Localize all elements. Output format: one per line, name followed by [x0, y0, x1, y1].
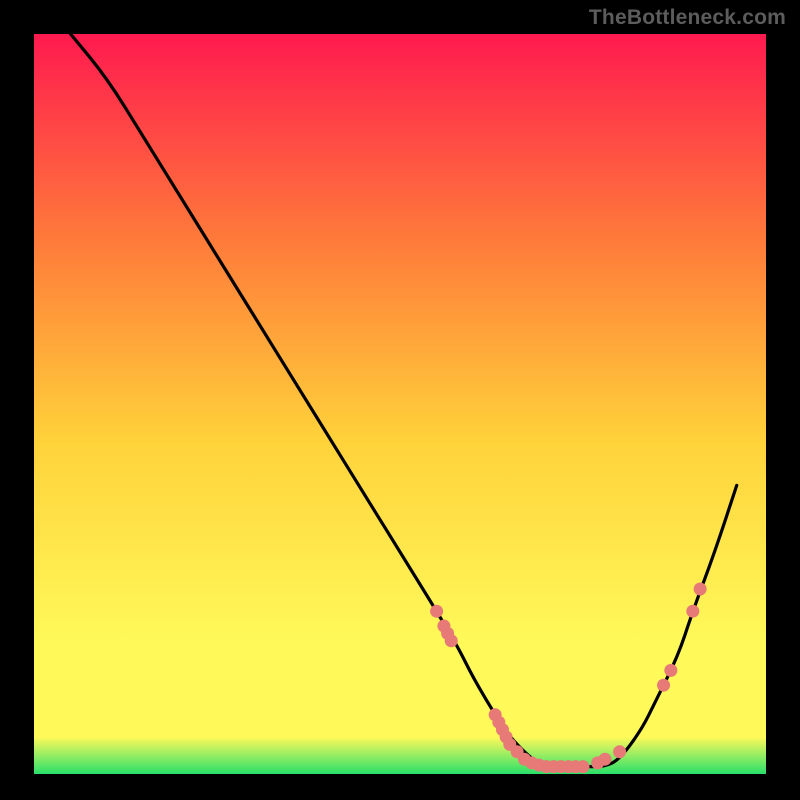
- data-marker: [686, 605, 699, 618]
- data-marker: [694, 583, 707, 596]
- plot-background: [34, 34, 766, 774]
- data-marker: [657, 679, 670, 692]
- bottleneck-chart: [0, 0, 800, 800]
- watermark-text: TheBottleneck.com: [589, 6, 786, 30]
- data-marker: [430, 605, 443, 618]
- chart-stage: TheBottleneck.com: [0, 0, 800, 800]
- data-marker: [598, 753, 611, 766]
- data-marker: [664, 664, 677, 677]
- data-marker: [445, 634, 458, 647]
- data-marker: [613, 745, 626, 758]
- data-marker: [577, 760, 590, 773]
